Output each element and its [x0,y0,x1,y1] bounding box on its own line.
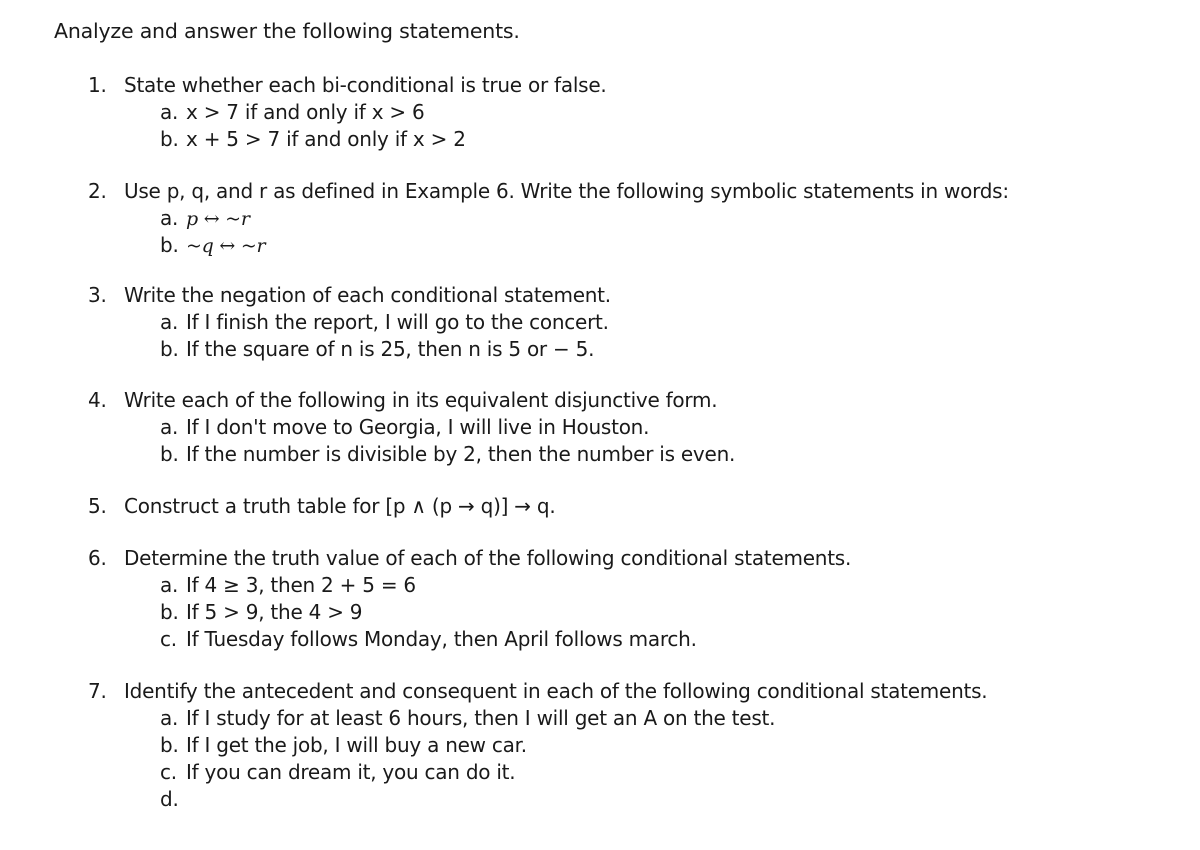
question-number: 5. [88,494,107,518]
question-6: 6. Determine the truth value of each of t… [88,545,851,652]
sub-item-text: If the number is divisible by 2, then th… [186,442,736,466]
sub-item-text: p ↔ ~r [186,208,250,230]
question-text: Write each of the following in its equiv… [124,388,718,412]
question-text: Write the negation of each conditional s… [124,283,611,307]
question-text: Use p, q, and r as defined in Example 6.… [124,179,1009,203]
sub-item-label: a. [160,415,179,439]
question-text: Construct a truth table for [p ∧ (p → q)… [124,494,556,518]
question-number: 2. [88,179,107,203]
sub-item: a. If 4 ≥ 3, then 2 + 5 = 6 [160,572,923,598]
sub-item: b. ~q ↔ ~r [160,232,1081,258]
question-number: 1. [88,73,107,97]
sub-item: c. If Tuesday follows Monday, then April … [160,626,923,652]
sub-item-text: If Tuesday follows Monday, then April fo… [186,627,697,651]
worksheet-instructions: Analyze and answer the following stateme… [54,19,520,43]
sub-item-text: If I get the job, I will buy a new car. [186,733,527,757]
question-prompt: 4. Write each of the following in its equ… [88,387,718,413]
sub-item-label: b. [160,442,179,466]
question-number: 7. [88,679,107,703]
question-1: 1. State whether each bi-conditional is t… [88,72,607,152]
sub-item-text: If the square of n is 25, then n is 5 or… [186,337,595,361]
sub-item-label: b. [160,337,179,361]
question-number: 6. [88,546,107,570]
sub-item-label: a. [160,706,179,730]
question-prompt: 3. Write the negation of each conditional… [88,282,611,308]
question-4: 4. Write each of the following in its equ… [88,387,735,467]
sub-item-label: a. [160,206,179,230]
sub-item: b. If I get the job, I will buy a new car… [160,732,1059,758]
sub-item-label: a. [160,310,179,334]
sub-item: a. If I finish the report, I will go to t… [160,309,683,335]
question-7: 7. Identify the antecedent and consequent… [88,678,988,812]
question-prompt: 6. Determine the truth value of each of t… [88,545,851,571]
question-2: 2. Use p, q, and r as defined in Example … [88,178,1009,258]
sub-item-label: d. [160,787,179,811]
sub-item: b. If 5 > 9, the 4 > 9 [160,599,923,625]
sub-item-text: If 4 ≥ 3, then 2 + 5 = 6 [186,573,416,597]
sub-item-label: b. [160,600,179,624]
sub-item-label: c. [160,627,177,651]
question-3: 3. Write the negation of each conditional… [88,282,611,362]
sub-item: b. x + 5 > 7 if and only if x > 2 [160,126,678,152]
question-prompt: 7. Identify the antecedent and consequent… [88,678,988,704]
sub-item: a. If I study for at least 6 hours, then … [160,705,1059,731]
sub-item-text: x > 7 if and only if x > 6 [186,100,425,124]
sub-item-label: b. [160,733,179,757]
sub-item: a. p ↔ ~r [160,205,1081,231]
sub-item-text: If 5 > 9, the 4 > 9 [186,600,363,624]
question-number: 4. [88,388,107,412]
sub-item: d. [160,786,1059,812]
sub-item: b. If the square of n is 25, then n is 5 … [160,336,683,362]
question-text: State whether each bi-conditional is tru… [124,73,607,97]
sub-item: c. If you can dream it, you can do it. [160,759,1059,785]
sub-item: a. x > 7 if and only if x > 6 [160,99,678,125]
question-prompt: 1. State whether each bi-conditional is t… [88,72,607,98]
question-5: 5. Construct a truth table for [p ∧ (p → … [88,493,556,519]
sub-item-text: x + 5 > 7 if and only if x > 2 [186,127,466,151]
sub-item-text: If I don't move to Georgia, I will live … [186,415,650,439]
sub-item: b. If the number is divisible by 2, then … [160,441,789,467]
sub-item-text: If I study for at least 6 hours, then I … [186,706,776,730]
sub-item-label: a. [160,100,179,124]
sub-item-label: b. [160,127,179,151]
sub-item-text: If you can dream it, you can do it. [186,760,516,784]
worksheet-page: Analyze and answer the following stateme… [0,0,1200,850]
question-number: 3. [88,283,107,307]
sub-item-label: b. [160,233,179,257]
sub-item-label: c. [160,760,177,784]
question-text: Identify the antecedent and consequent i… [124,679,988,703]
sub-item: a. If I don't move to Georgia, I will liv… [160,414,789,440]
sub-item-label: a. [160,573,179,597]
sub-item-text: If I finish the report, I will go to the… [186,310,609,334]
question-prompt: 5. Construct a truth table for [p ∧ (p → … [88,493,556,519]
sub-item-text: ~q ↔ ~r [186,235,266,257]
question-prompt: 2. Use p, q, and r as defined in Example … [88,178,1009,204]
question-text: Determine the truth value of each of the… [124,546,852,570]
